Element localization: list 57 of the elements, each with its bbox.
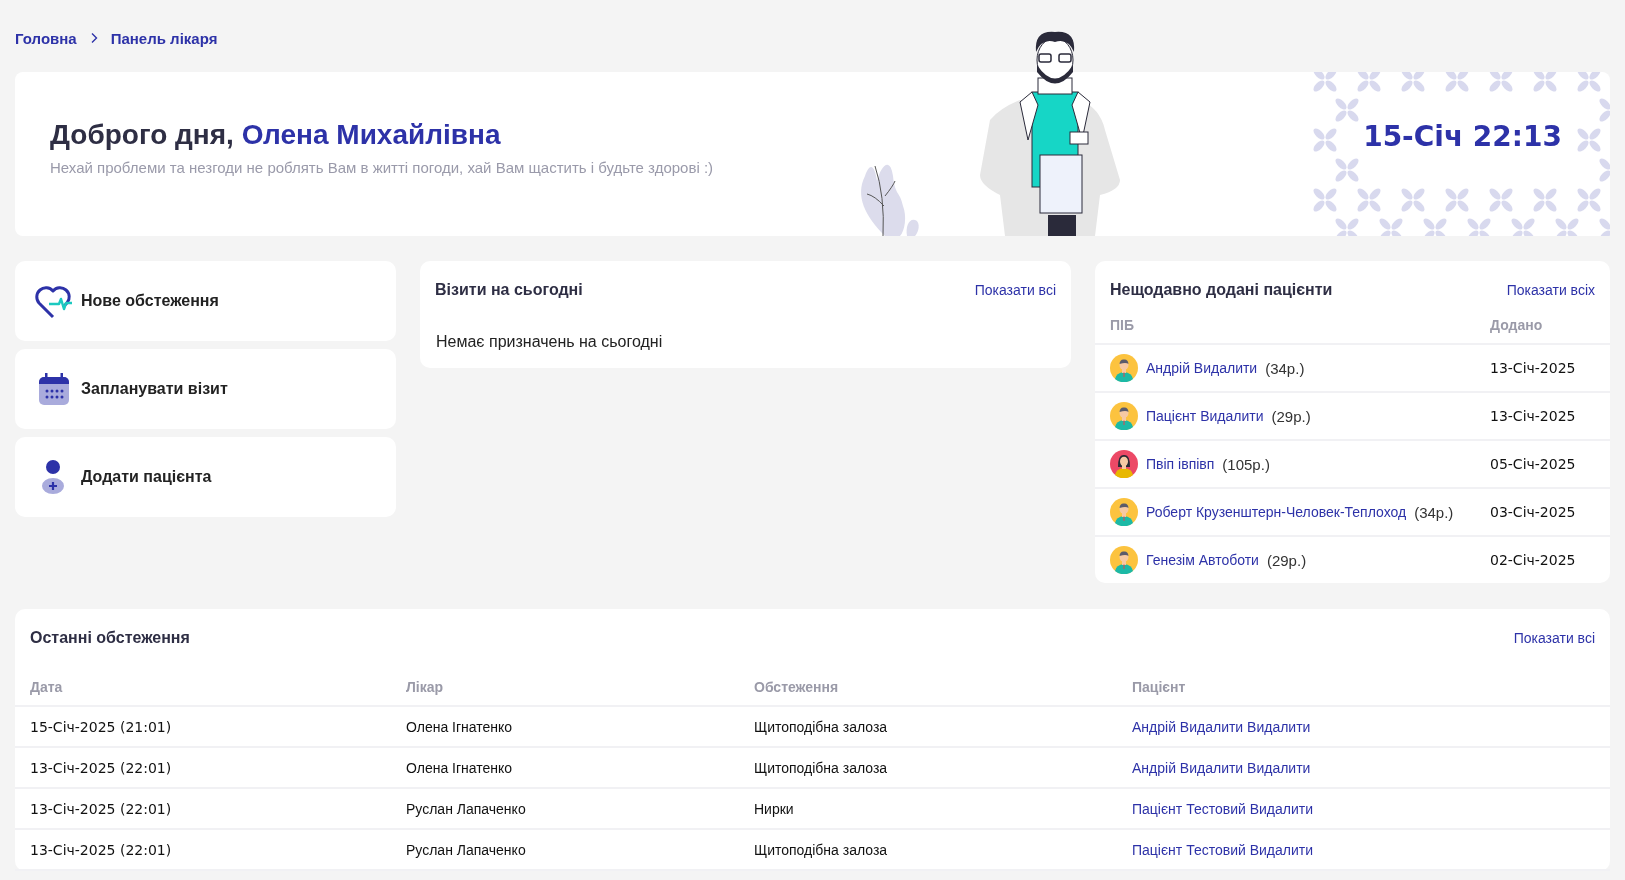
female-avatar bbox=[1110, 450, 1138, 478]
patient-age: (29р.) bbox=[1266, 551, 1307, 569]
table-cell-text: 13-Січ-2025 (22:01) bbox=[30, 759, 173, 776]
table-cell-text: Щитоподібна залоза bbox=[754, 841, 889, 858]
greeting-heading: Доброго дня, Олена Михайлівна bbox=[50, 118, 502, 151]
patient-age: (34р.) bbox=[1265, 359, 1305, 377]
table-cell-text: Руслан Лапаченко bbox=[406, 841, 527, 858]
added-date: 05-Січ-2025 bbox=[1490, 456, 1577, 472]
male-avatar bbox=[1110, 498, 1138, 526]
added-date: 13-Січ-2025 bbox=[1490, 360, 1577, 376]
patient-link[interactable]: Пацієнт Тестовий Видалити bbox=[1132, 841, 1595, 858]
quick-action-button[interactable]: Нове обстеження bbox=[15, 261, 396, 341]
table-cell-text: Олена Ігнатенко bbox=[406, 718, 514, 735]
card-title: Візити на сьогодні bbox=[435, 281, 583, 299]
card-title: Останні обстеження bbox=[30, 629, 190, 647]
column-header: ПІБ bbox=[1110, 317, 1135, 333]
patient-link[interactable]: Пацієнт Видалити bbox=[1146, 408, 1264, 424]
quick-action-button[interactable]: Додати пацієнта bbox=[15, 437, 396, 517]
quick-action-button[interactable]: Запланувати візит bbox=[15, 349, 396, 429]
empty-message: Немає призначень на сьогодні bbox=[435, 332, 664, 352]
male-avatar bbox=[1110, 546, 1138, 574]
card-title: Нещодавно додані пацієнти bbox=[1110, 281, 1333, 299]
table-cell-text: 13-Січ-2025 (22:01) bbox=[30, 800, 173, 817]
show-all-link[interactable]: Показати всіх bbox=[1506, 282, 1595, 298]
column-header: Додано bbox=[1490, 317, 1544, 333]
breadcrumb-link[interactable]: Панель лікаря bbox=[110, 29, 218, 47]
added-date: 13-Січ-2025 bbox=[1490, 408, 1577, 424]
column-header: Лікар bbox=[406, 679, 445, 695]
column-header: Пацієнт bbox=[1132, 679, 1187, 695]
patient-age: (105р.) bbox=[1222, 455, 1270, 473]
patient-age: (34р.) bbox=[1414, 503, 1454, 521]
patient-link[interactable]: Пацієнт Тестовий Видалити bbox=[1132, 800, 1595, 817]
male-avatar bbox=[1110, 402, 1138, 430]
breadcrumb-link[interactable]: Головна bbox=[15, 29, 77, 47]
patient-link[interactable]: Пвіп івпівп bbox=[1146, 456, 1215, 472]
patient-link[interactable]: Андрій Видалити Видалити bbox=[1132, 718, 1595, 735]
table-cell-text: Руслан Лапаченко bbox=[406, 800, 527, 817]
patient-link[interactable]: Андрій Видалити bbox=[1146, 360, 1258, 376]
column-header: Обстеження bbox=[754, 679, 840, 695]
patient-age: (29р.) bbox=[1271, 407, 1311, 425]
table-cell-text: Олена Ігнатенко bbox=[406, 759, 514, 776]
greeting-subtitle: Нехай проблеми та незгоди не роблять Вам в житті погоди, хай Вам щастить і будьте здорові :) bbox=[50, 158, 714, 176]
show-all-link[interactable]: Показати всі bbox=[1513, 630, 1595, 646]
current-datetime: 15-Січ 22:13 bbox=[1363, 120, 1562, 153]
patient-link[interactable]: Роберт Крузенштерн-Человек-Теплоход bbox=[1146, 504, 1407, 520]
male-avatar bbox=[1110, 354, 1138, 382]
added-date: 03-Січ-2025 bbox=[1490, 504, 1577, 520]
table-cell-text: Нирки bbox=[754, 800, 795, 817]
added-date: 02-Січ-2025 bbox=[1490, 552, 1577, 568]
table-cell-text: 15-Січ-2025 (21:01) bbox=[30, 718, 173, 735]
table-cell-text: Щитоподібна залоза bbox=[754, 718, 889, 735]
patient-link[interactable]: Андрій Видалити Видалити bbox=[1132, 759, 1595, 776]
patient-link[interactable]: Генезім Автоботи bbox=[1146, 552, 1259, 568]
table-cell-text: 13-Січ-2025 (22:01) bbox=[30, 841, 173, 858]
column-header: Дата bbox=[30, 679, 64, 695]
show-all-link[interactable]: Показати всі bbox=[974, 282, 1056, 298]
table-cell-text: Щитоподібна залоза bbox=[754, 759, 889, 776]
